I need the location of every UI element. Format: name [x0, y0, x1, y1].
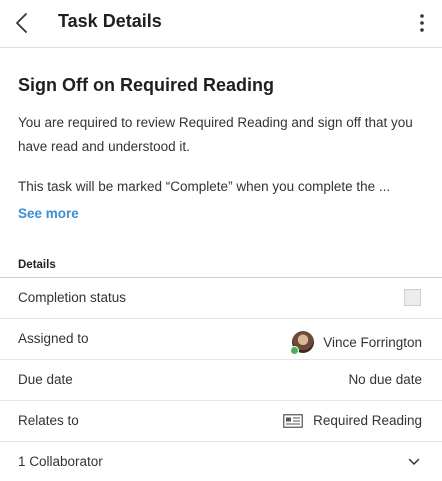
related-item-link[interactable]: Required Reading — [283, 413, 422, 428]
back-arrow-icon[interactable] — [10, 10, 36, 36]
more-vertical-icon[interactable] — [412, 12, 432, 34]
completion-checkbox[interactable] — [404, 289, 421, 306]
chevron-down-icon[interactable] — [408, 457, 420, 467]
detail-row-due-date[interactable]: Due date No due date — [0, 360, 442, 401]
detail-row-relates-to[interactable]: Relates to Required Reading — [0, 401, 442, 442]
assignee[interactable]: Vince Forrington — [290, 331, 422, 355]
detail-label: Completion status — [18, 290, 127, 305]
collaborators-label: 1 Collaborator — [18, 454, 103, 469]
assignee-name: Vince Forrington — [323, 334, 422, 350]
see-more-link[interactable]: See more — [18, 206, 79, 221]
presence-online-icon — [290, 346, 300, 355]
detail-row-collaborators[interactable]: 1 Collaborator — [0, 442, 442, 481]
detail-label: Assigned to — [18, 331, 89, 346]
detail-label: Relates to — [18, 413, 79, 428]
detail-row-completion-status: Completion status — [0, 278, 442, 319]
task-title: Sign Off on Required Reading — [18, 75, 274, 95]
task-description: You are required to review Required Read… — [18, 115, 413, 154]
page-title: Task Details — [58, 11, 162, 31]
detail-label: Due date — [18, 372, 73, 387]
task-description-truncated: This task will be marked “Complete” when… — [18, 179, 391, 194]
details-section-label: Details — [18, 259, 56, 271]
document-icon — [283, 413, 304, 428]
avatar — [290, 331, 315, 355]
due-date-value[interactable]: No due date — [348, 372, 422, 387]
header-bar: Task Details — [0, 0, 442, 48]
related-item-name: Required Reading — [313, 413, 422, 428]
detail-row-assigned-to[interactable]: Assigned to Vince Forrington — [0, 319, 442, 360]
